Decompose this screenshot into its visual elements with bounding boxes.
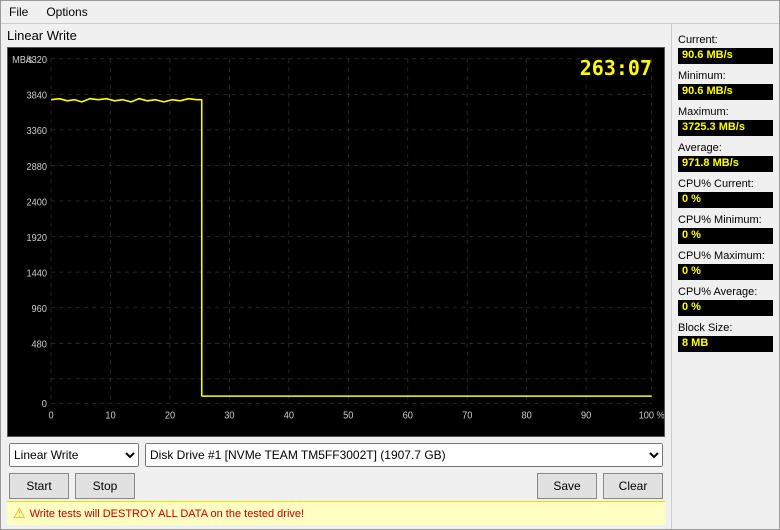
svg-text:80: 80	[522, 411, 532, 422]
cpu-maximum-value: 0 %	[678, 264, 773, 280]
save-button[interactable]: Save	[537, 473, 597, 499]
main-window: File Options Linear Write	[0, 0, 780, 530]
menubar: File Options	[1, 1, 779, 24]
controls-bar: Linear Write Linear Read Random Write Ra…	[7, 439, 665, 471]
menu-options[interactable]: Options	[42, 3, 91, 21]
cpu-minimum-label: CPU% Minimum:	[678, 214, 773, 226]
svg-text:60: 60	[403, 411, 413, 422]
cpu-current-value: 0 %	[678, 192, 773, 208]
timer-display: 263:07	[580, 56, 652, 80]
menu-file[interactable]: File	[5, 3, 32, 21]
disk-select[interactable]: Disk Drive #1 [NVMe TEAM TM5FF3002T] (19…	[145, 443, 663, 467]
svg-text:70: 70	[462, 411, 472, 422]
current-label: Current:	[678, 34, 773, 46]
start-button[interactable]: Start	[9, 473, 69, 499]
svg-text:1920: 1920	[26, 233, 46, 244]
svg-text:10: 10	[105, 411, 115, 422]
svg-text:960: 960	[32, 304, 47, 315]
minimum-value: 90.6 MB/s	[678, 84, 773, 100]
cpu-average-value: 0 %	[678, 300, 773, 316]
svg-text:30: 30	[224, 411, 234, 422]
button-row: Start Stop Save Clear	[7, 471, 665, 501]
warning-text: Write tests will DESTROY ALL DATA on the…	[30, 508, 305, 520]
svg-text:3360: 3360	[26, 126, 46, 137]
clear-button[interactable]: Clear	[603, 473, 663, 499]
chart-svg: 4320 3840 3360 2880 2400 1920 1440 960 4…	[8, 48, 664, 436]
current-value: 90.6 MB/s	[678, 48, 773, 64]
svg-text:0: 0	[48, 411, 53, 422]
block-size-value: 8 MB	[678, 336, 773, 352]
cpu-maximum-label: CPU% Maximum:	[678, 250, 773, 262]
maximum-value: 3725.3 MB/s	[678, 120, 773, 136]
average-label: Average:	[678, 142, 773, 154]
svg-text:1440: 1440	[26, 268, 46, 279]
test-title: Linear Write	[7, 28, 665, 43]
stats-panel: Current: 90.6 MB/s Minimum: 90.6 MB/s Ma…	[671, 24, 779, 529]
svg-text:100 %: 100 %	[639, 411, 664, 422]
stop-button[interactable]: Stop	[75, 473, 135, 499]
chart-container: 4320 3840 3360 2880 2400 1920 1440 960 4…	[7, 47, 665, 437]
svg-text:0: 0	[42, 399, 47, 410]
svg-text:2880: 2880	[26, 162, 46, 173]
svg-text:3840: 3840	[26, 90, 46, 101]
svg-text:MB/s: MB/s	[12, 55, 33, 66]
cpu-average-label: CPU% Average:	[678, 286, 773, 298]
maximum-label: Maximum:	[678, 106, 773, 118]
svg-text:480: 480	[32, 339, 47, 350]
svg-text:50: 50	[343, 411, 353, 422]
warning-bar: ⚠ Write tests will DESTROY ALL DATA on t…	[7, 501, 665, 525]
main-panel: Linear Write	[1, 24, 671, 529]
cpu-minimum-value: 0 %	[678, 228, 773, 244]
block-size-label: Block Size:	[678, 322, 773, 334]
content-area: Linear Write	[1, 24, 779, 529]
cpu-current-label: CPU% Current:	[678, 178, 773, 190]
svg-text:20: 20	[165, 411, 175, 422]
svg-text:90: 90	[581, 411, 591, 422]
warning-icon: ⚠	[13, 505, 26, 522]
average-value: 971.8 MB/s	[678, 156, 773, 172]
svg-text:40: 40	[284, 411, 294, 422]
mode-select[interactable]: Linear Write Linear Read Random Write Ra…	[9, 443, 139, 467]
svg-text:2400: 2400	[26, 197, 46, 208]
minimum-label: Minimum:	[678, 70, 773, 82]
